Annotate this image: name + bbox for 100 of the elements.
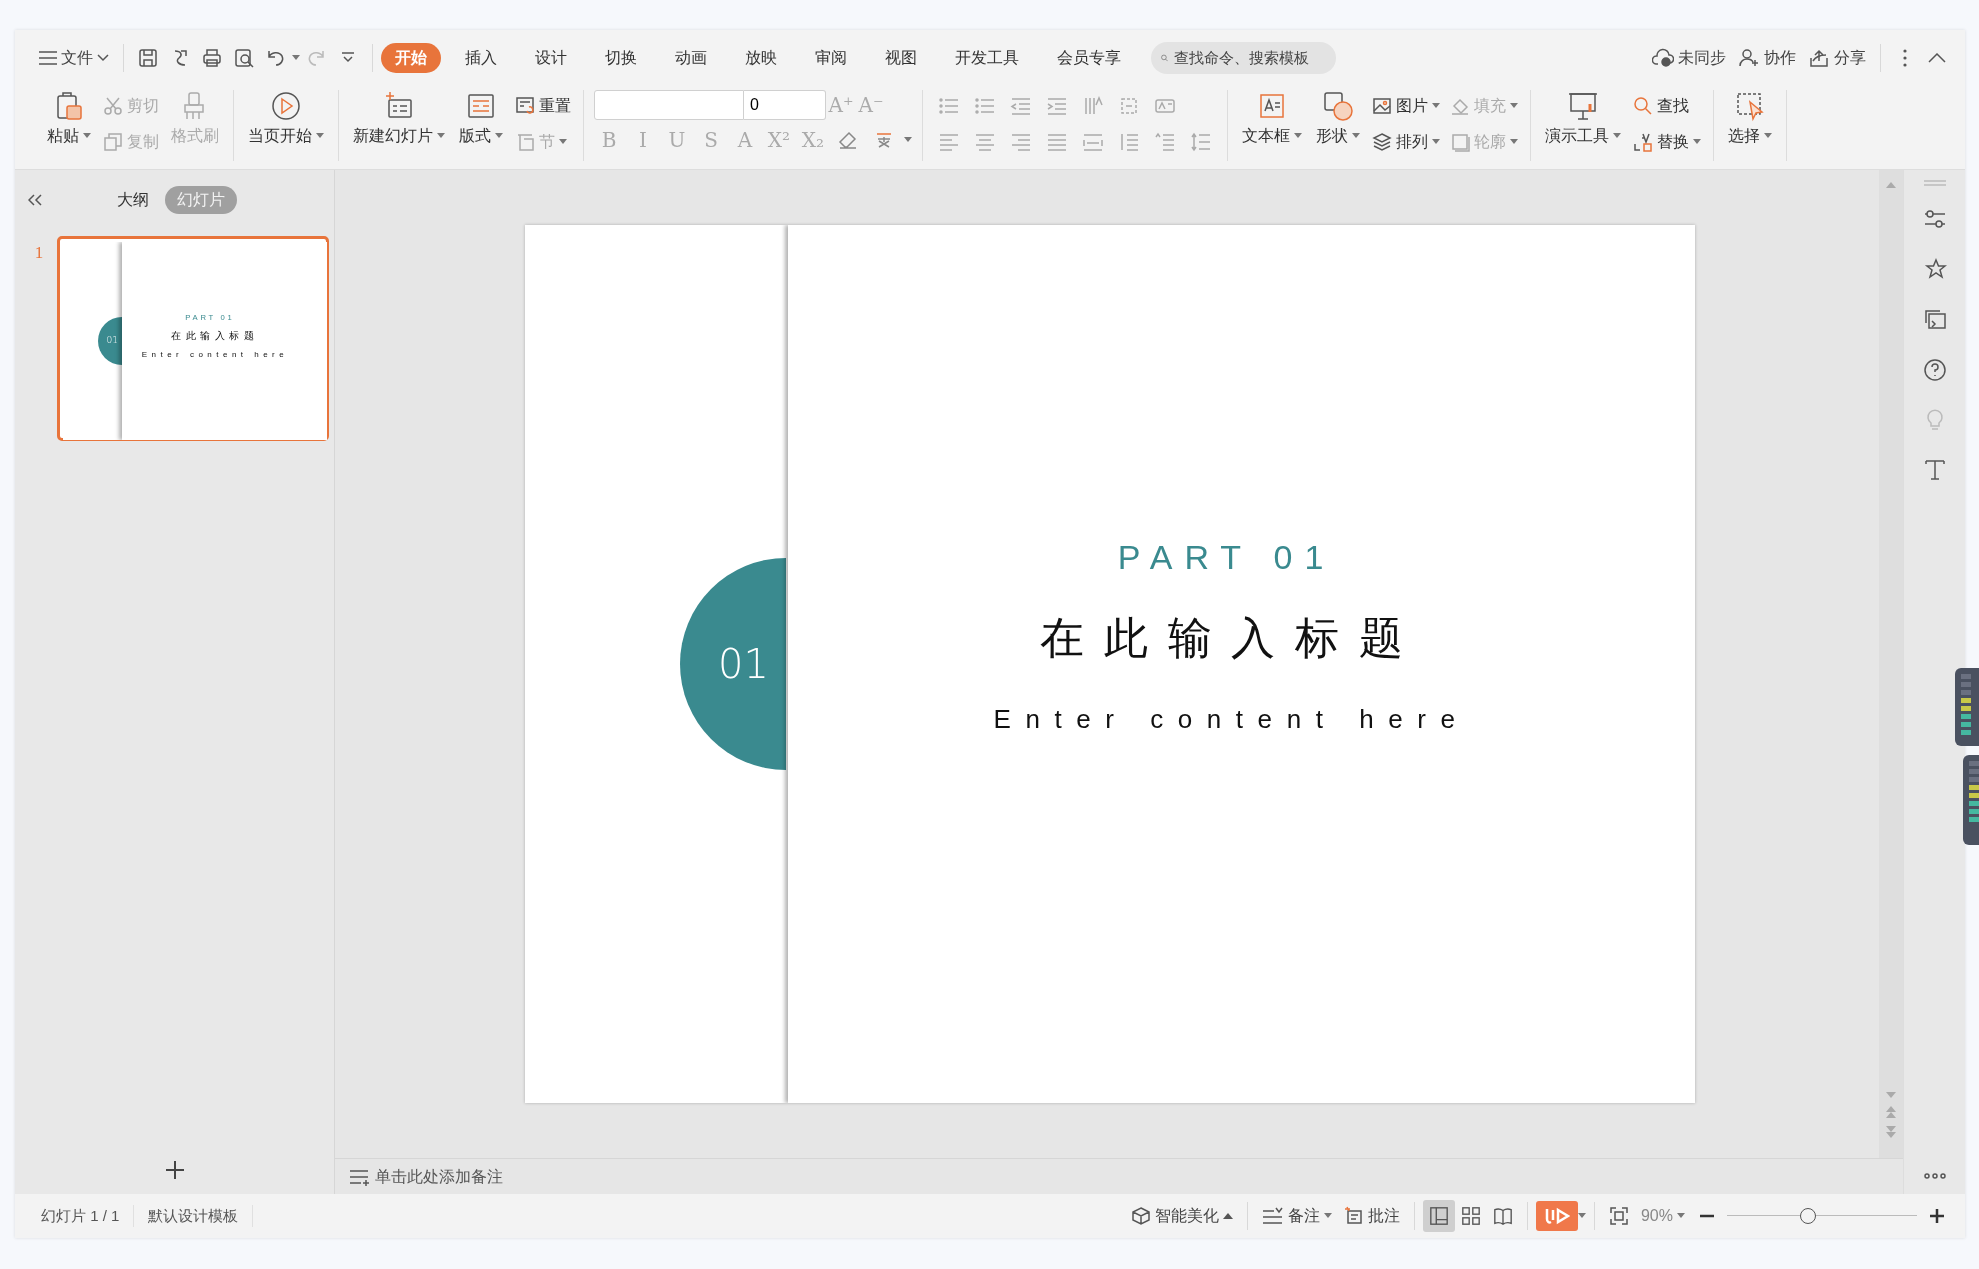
ribbon-tab[interactable]: 视图: [871, 43, 931, 73]
cube-icon: [1130, 1206, 1151, 1226]
outline-icon: [1450, 132, 1470, 152]
ribbon-button[interactable]: 查找: [1631, 90, 1703, 122]
notes-icon: [1261, 1207, 1284, 1225]
book-icon: [1492, 1205, 1513, 1227]
magnifier-icon: [1633, 96, 1653, 116]
ribbon-button[interactable]: 演示工具: [1541, 90, 1625, 148]
notes-icon: [349, 1167, 371, 1186]
view-button[interactable]: [1422, 1200, 1455, 1232]
scrollbar[interactable]: [1879, 170, 1903, 1158]
ribbon-tab[interactable]: 放映: [731, 43, 791, 73]
slide-subtitle: Enter content here: [141, 350, 289, 361]
search-field[interactable]: 查找命令、搜索模板: [1151, 42, 1336, 74]
caret-icon: [1677, 1213, 1685, 1219]
layers-icon: [1372, 132, 1392, 152]
text-icon: [1922, 458, 1947, 482]
ribbon-tab[interactable]: 插入: [451, 43, 511, 73]
bullet-list-icon: [938, 95, 960, 117]
file-menu-button[interactable]: 文件: [33, 46, 115, 70]
scroll-up-icon: [1886, 182, 1896, 188]
part-label: PART 01: [1117, 537, 1336, 578]
ribbon-button[interactable]: 文本框: [1238, 90, 1306, 148]
grid-view-icon: [1460, 1205, 1481, 1227]
menu-icon: [39, 51, 57, 65]
replace-icon: [1633, 132, 1653, 152]
panel-tab[interactable]: 大纲: [105, 186, 161, 214]
caret-icon: [1432, 139, 1440, 145]
header-action[interactable]: 协作: [1732, 46, 1802, 70]
drag-handle-icon[interactable]: [1923, 180, 1946, 186]
shape-icon: [1322, 90, 1354, 122]
help-icon: [1922, 358, 1947, 382]
ribbon-button[interactable]: 替换: [1631, 126, 1703, 158]
ribbon-tab[interactable]: 动画: [661, 43, 721, 73]
ribbon-tab[interactable]: 切换: [591, 43, 651, 73]
caret-icon: [904, 137, 912, 143]
ribbon-tab[interactable]: 设计: [521, 43, 581, 73]
caret-icon: [292, 55, 300, 61]
ribbon-button[interactable]: 当页开始: [244, 90, 328, 148]
caret-icon: [1510, 139, 1518, 145]
cloud-icon: [1652, 47, 1674, 69]
play-icon: [1543, 1207, 1570, 1225]
select-icon: [1734, 90, 1766, 122]
play-button[interactable]: [1535, 1201, 1578, 1231]
align-left-icon: [938, 131, 960, 153]
header-action[interactable]: 未同步: [1646, 46, 1732, 70]
previous-slide-icon: [1886, 1106, 1896, 1118]
header-action[interactable]: 分享: [1802, 46, 1872, 70]
ribbon-button[interactable]: 粘贴: [43, 90, 95, 148]
ribbon-button[interactable]: 图片: [1370, 90, 1442, 122]
next-slide-icon: [1886, 1126, 1896, 1138]
plus-icon: [163, 1159, 186, 1181]
increase-indent-icon: [1046, 95, 1068, 117]
minus-icon: [1700, 1214, 1714, 1218]
ribbon-button[interactable]: 形状: [1312, 90, 1364, 148]
ribbon-button[interactable]: 选择: [1724, 90, 1776, 148]
ribbon-button[interactable]: 重置: [513, 90, 573, 122]
ribbon-tab[interactable]: 会员专享: [1043, 43, 1135, 73]
slider-thumb[interactable]: [1800, 1208, 1817, 1224]
comments-button[interactable]: 批注: [1337, 1204, 1406, 1228]
decrease-indent-icon: [1010, 95, 1032, 117]
ribbon-tab[interactable]: 审阅: [801, 43, 861, 73]
more-icon: [1923, 1173, 1946, 1179]
zoom-slider[interactable]: [1727, 1206, 1917, 1226]
level-bars-icon: [1960, 674, 1972, 738]
print-preview-icon: [233, 47, 255, 69]
reset-icon: [515, 96, 535, 116]
slide-title: 在此输入标题: [1040, 612, 1423, 665]
chevron-up-icon: [1928, 53, 1946, 63]
comment-icon: [1343, 1206, 1364, 1226]
double-chevron-icon: [28, 194, 42, 206]
slide-count-text: 幻灯片 1 / 1: [27, 1204, 135, 1228]
print-icon: [201, 47, 223, 69]
customize-icon: [341, 52, 355, 64]
caret-icon: [83, 133, 91, 139]
text-direction-icon: [1082, 95, 1104, 117]
notes-field[interactable]: 单击此处添加备注: [343, 1164, 509, 1189]
ribbon-button[interactable]: 排列: [1370, 126, 1442, 158]
caret-icon: [1764, 133, 1772, 139]
font-name-field[interactable]: [594, 90, 744, 120]
caret-icon: [437, 133, 445, 139]
caret-icon: [1352, 133, 1360, 139]
font-size-field[interactable]: 0: [744, 90, 826, 120]
justify-icon: [1046, 131, 1068, 153]
scroll-down-icon: [1886, 1092, 1896, 1098]
caret-icon: [1613, 133, 1621, 139]
eraser-icon: [838, 130, 858, 150]
caret-icon: [1294, 133, 1302, 139]
align-text-icon: [1118, 95, 1140, 117]
beautify-button[interactable]: 智能美化: [1124, 1204, 1239, 1228]
add-person-icon: [1738, 47, 1760, 69]
paragraph-spacing-icon: [1154, 131, 1176, 153]
picture-icon: [1372, 96, 1392, 116]
caret-icon: [1510, 103, 1518, 109]
ribbon-button[interactable]: 版式: [455, 90, 507, 148]
ribbon-tab[interactable]: 开发工具: [941, 43, 1033, 73]
ribbon-button[interactable]: 新建幻灯片: [349, 90, 449, 148]
notes-button[interactable]: 备注: [1255, 1204, 1338, 1228]
spacing-icon: [1190, 131, 1212, 153]
level-bars-icon: [1968, 761, 1979, 825]
